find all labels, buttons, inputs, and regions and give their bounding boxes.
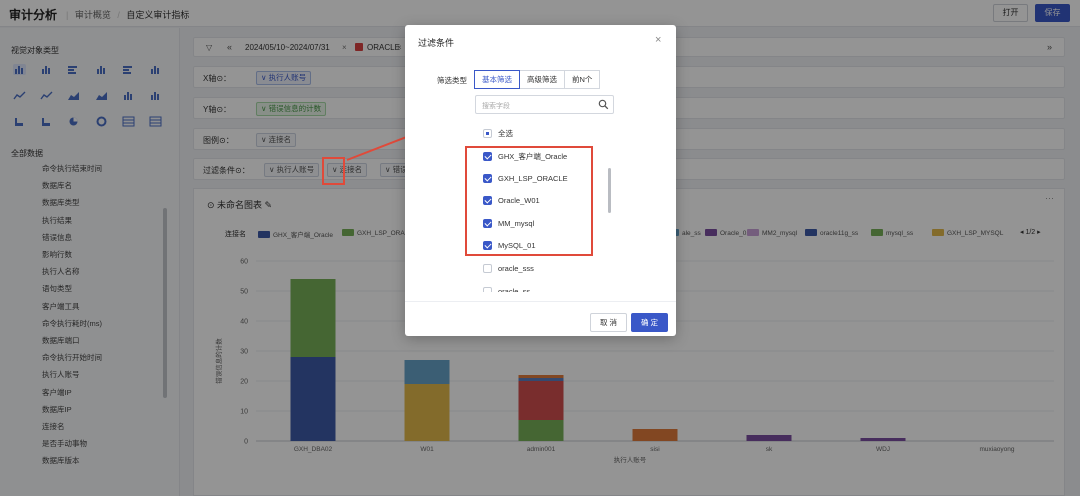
search-icon[interactable] [598, 99, 609, 110]
tab-basic-filter[interactable]: 基本筛选 [474, 70, 520, 89]
unchecked-checkbox[interactable] [483, 264, 492, 273]
search-placeholder: 搜索字段 [482, 103, 510, 110]
filter-option[interactable]: oracle_ss [483, 286, 531, 292]
select-all-checkbox[interactable] [483, 129, 492, 138]
dialog-title: 过滤条件 [418, 38, 455, 48]
filter-option[interactable]: oracle_sss [483, 264, 534, 275]
select-all-label: 全选 [498, 129, 513, 138]
search-input[interactable]: 搜索字段 [475, 95, 614, 114]
filter-type-tabs: 基本筛选 高级筛选 前N个 [474, 70, 601, 89]
select-all-option[interactable]: 全选 [483, 128, 513, 139]
filter-type-label: 筛选类型 [437, 76, 467, 85]
tab-advanced-filter[interactable]: 高级筛选 [519, 70, 565, 89]
option-list-scrollbar[interactable] [608, 168, 611, 213]
confirm-button[interactable]: 确 定 [631, 313, 668, 332]
filter-option-label: oracle_sss [498, 264, 534, 273]
filter-option-label: oracle_ss [498, 286, 531, 292]
close-icon[interactable]: × [655, 34, 661, 46]
dialog-divider [405, 301, 676, 302]
unchecked-checkbox[interactable] [483, 286, 492, 292]
highlight-box [465, 146, 593, 256]
cancel-button[interactable]: 取 消 [590, 313, 627, 332]
tab-top-n[interactable]: 前N个 [564, 70, 601, 89]
highlight-marker [322, 157, 345, 185]
